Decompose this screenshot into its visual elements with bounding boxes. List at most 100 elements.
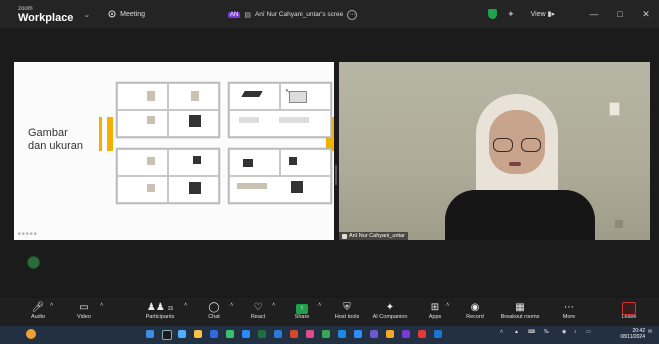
participant-video[interactable]: Anī Nur Cahyani_untar [339,62,650,240]
more-button[interactable]: ⋯ More [558,302,580,320]
more-options-icon[interactable]: ⋯ [347,9,358,20]
chrome-icon[interactable] [322,330,330,338]
screen-share-indicator[interactable]: AN ▤ Anī Nur Cahyani_untar's scree ⋯ [228,8,358,21]
brand-workplace-text: Workplace [18,12,74,24]
taskbar-app-icon-11[interactable] [418,330,426,338]
chat-options-chevron-icon[interactable]: ˄ [230,302,233,308]
leave-label: Leave [621,314,637,320]
chat-button[interactable]: ◯ Chat [204,302,224,320]
clock-date: 08/11/2024 [620,334,645,340]
slide-title-line1: Gambar [28,127,68,139]
os-taskbar: ˄ ▲ ⌨ ‰ ◉ ♪ ▭ 20:42 08/11/2024 ✉ [0,326,659,344]
react-options-chevron-icon[interactable]: ˄ [272,302,275,308]
slide-title-line2: dan ukuran [28,140,84,152]
accent-bar-left-thin [99,117,102,151]
taskbar-app-icon-10[interactable] [402,330,410,338]
slide-title: Gambar dan ukuran [28,127,83,153]
taskbar-app-icon-8[interactable] [370,330,378,338]
encryption-shield-icon[interactable] [488,9,498,19]
microphone-icon: 🎤︎ [31,302,45,313]
layout-splitter-handle[interactable] [335,165,337,185]
host-tools-button[interactable]: ⛨ Host tools [330,302,364,320]
drawing-sheet-2 [228,82,332,138]
video-label: Video [77,314,91,320]
heart-icon: ♡ [253,302,263,313]
sparkle-icon: ✦ [385,302,395,313]
participants-icon: ♟♟ 15 [146,302,174,313]
host-tools-label: Host tools [334,314,360,320]
leave-button[interactable]: Leave [618,302,640,320]
taskbar-app-icon-5[interactable] [242,330,250,338]
shield-icon: ⛨ [343,302,351,313]
accent-bar-left [107,117,113,151]
minimize-icon[interactable]: — [581,9,607,19]
audio-label: Audio [30,314,46,320]
tray-keyboard-icon[interactable]: ⌨ [528,329,535,335]
tray-battery-icon[interactable]: ▭ [586,329,591,335]
view-button[interactable]: View ▮▸ [531,10,555,18]
apps-options-chevron-icon[interactable]: ˄ [446,302,449,308]
drawing-sheet-4 [228,148,332,204]
search-icon[interactable] [162,330,172,340]
record-label: Record [466,314,484,320]
more-dots-icon: ⋯ [564,302,574,313]
breakout-label: Breakout rooms [500,314,540,320]
taskbar-app-icon-6[interactable] [306,330,314,338]
video-button[interactable]: ▭ Video [72,302,96,320]
tray-network-icon[interactable]: ▲ [514,329,519,335]
meeting-label: Meeting [120,10,146,18]
share-options-chevron-icon[interactable]: ˄ [318,302,321,308]
tray-volume-icon[interactable]: ♪ [574,329,577,335]
meeting-toolbar: 🎤︎ Audio ˄ ▭ Video ˄ ♟♟ 15 Participants … [0,298,659,326]
notification-icon[interactable]: ✉ [648,329,652,335]
file-explorer-icon[interactable] [194,330,202,338]
share-label: Share [294,314,310,320]
ai-companion-label: AI Companion [372,314,408,320]
window-controls: ✦ View ▮▸ — □ ✕ [488,0,659,28]
meeting-menu[interactable]: Meeting [108,10,145,18]
sparkle-icon[interactable]: ✦ [507,9,515,20]
react-button[interactable]: ♡ React [248,302,268,320]
tray-language-icon[interactable]: ‰ [544,329,549,335]
taskbar-app-icon-4[interactable] [226,330,234,338]
tray-chevron-up-icon[interactable]: ˄ [500,329,503,335]
participants-label: Participants [145,314,175,320]
zoom-workplace-logo[interactable]: zoom Workplace [18,5,74,24]
taskbar-app-icon-1[interactable] [146,330,154,338]
tray-wifi-icon[interactable]: ◉ [562,329,566,335]
taskbar-app-icon-7[interactable] [338,330,346,338]
excel-icon[interactable] [258,330,266,338]
participant-mouth [509,162,521,166]
status-indicator-icon[interactable] [27,256,40,269]
record-button[interactable]: ◉ Record [462,302,488,320]
start-menu-icon[interactable] [26,329,36,339]
taskbar-app-icon-12[interactable] [434,330,442,338]
mic-status-icon [342,233,347,239]
participant-glasses-right [521,138,541,152]
breakout-rooms-button[interactable]: ▦ Breakout rooms [496,302,544,320]
drawing-sheet-1 [116,82,220,138]
apps-grid-icon: ⊞ [430,302,440,313]
participants-options-chevron-icon[interactable]: ˄ [184,302,187,308]
share-title: Anī Nur Cahyani_untar's scree [254,11,344,18]
zoom-taskbar-icon[interactable] [354,330,362,338]
audio-button[interactable]: 🎤︎ Audio [26,302,50,320]
taskbar-app-icon-9[interactable] [386,330,394,338]
participants-button[interactable]: ♟♟ 15 Participants [140,302,180,320]
apps-label: Apps [428,314,442,320]
apps-button[interactable]: ⊞ Apps [424,302,446,320]
meeting-icon [108,10,116,18]
participant-name: Anī Nur Cahyani_untar [349,233,405,239]
video-options-chevron-icon[interactable]: ˄ [100,302,103,308]
powerpoint-icon[interactable] [290,330,298,338]
taskbar-clock[interactable]: 20:42 08/11/2024 [620,328,645,340]
word-icon[interactable] [274,330,282,338]
chevron-down-icon[interactable]: ⌄ [83,10,90,19]
taskbar-app-icon-3[interactable] [210,330,218,338]
maximize-icon[interactable]: □ [607,9,633,19]
taskbar-app-icon-2[interactable] [178,330,186,338]
share-button[interactable]: ↑ Share [290,302,314,320]
close-icon[interactable]: ✕ [633,9,659,20]
ai-companion-button[interactable]: ✦ AI Companion [368,302,412,320]
audio-options-chevron-icon[interactable]: ˄ [50,302,53,308]
